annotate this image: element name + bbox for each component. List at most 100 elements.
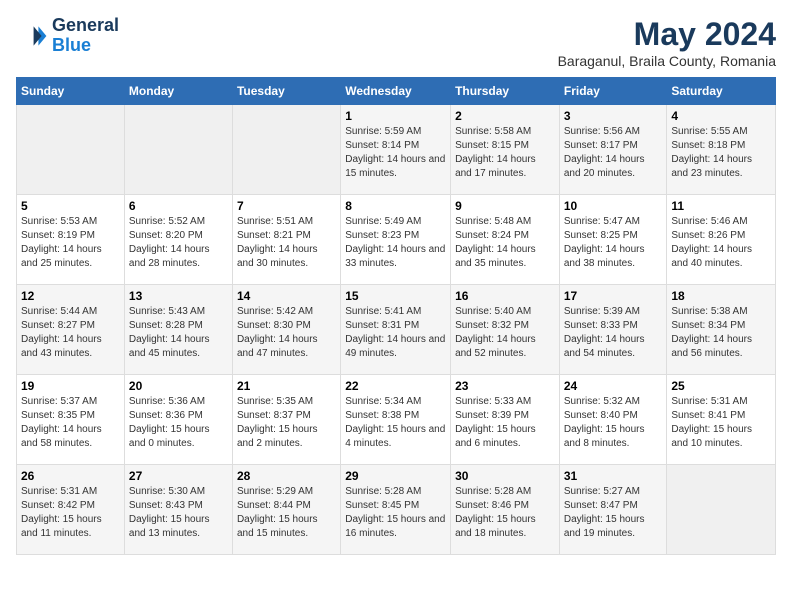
empty-day-cell	[232, 105, 340, 195]
empty-day-cell	[667, 465, 776, 555]
calendar-day-21: 21Sunrise: 5:35 AMSunset: 8:37 PMDayligh…	[232, 375, 340, 465]
day-header-friday: Friday	[559, 78, 667, 105]
day-info: Sunrise: 5:53 AMSunset: 8:19 PMDaylight:…	[21, 215, 120, 271]
day-number: 5	[21, 199, 120, 213]
calendar-day-12: 12Sunrise: 5:44 AMSunset: 8:27 PMDayligh…	[17, 285, 125, 375]
calendar-day-3: 3Sunrise: 5:56 AMSunset: 8:17 PMDaylight…	[559, 105, 667, 195]
calendar-day-5: 5 Sunrise: 5:53 AMSunset: 8:19 PMDaylight…	[17, 195, 125, 285]
day-header-sunday: Sunday	[17, 78, 125, 105]
calendar-day-6: 6 Sunrise: 5:52 AMSunset: 8:20 PMDaylight…	[124, 195, 232, 285]
day-info: Sunrise: 5:28 AMSunset: 8:45 PMDaylight:…	[345, 485, 446, 541]
day-info: Sunrise: 5:40 AMSunset: 8:32 PMDaylight:…	[455, 305, 555, 361]
day-number: 7	[237, 199, 336, 213]
day-info: Sunrise: 5:51 AMSunset: 8:21 PMDaylight:…	[237, 215, 336, 271]
calendar-day-7: 7 Sunrise: 5:51 AMSunset: 8:21 PMDaylight…	[232, 195, 340, 285]
day-info: Sunrise: 5:47 AMSunset: 8:25 PMDaylight:…	[564, 215, 663, 271]
calendar-week-row: 19 Sunrise: 5:37 AMSunset: 8:35 PMDayligh…	[17, 375, 776, 465]
calendar-week-row: 1Sunrise: 5:59 AMSunset: 8:14 PMDaylight…	[17, 105, 776, 195]
day-number: 11	[671, 199, 771, 213]
day-info: Sunrise: 5:44 AMSunset: 8:27 PMDaylight:…	[21, 305, 120, 361]
calendar-week-row: 5 Sunrise: 5:53 AMSunset: 8:19 PMDaylight…	[17, 195, 776, 285]
day-header-tuesday: Tuesday	[232, 78, 340, 105]
calendar-day-22: 22 Sunrise: 5:34 AMSunset: 8:38 PMDayligh…	[341, 375, 451, 465]
day-info: Sunrise: 5:30 AMSunset: 8:43 PMDaylight:…	[129, 485, 228, 541]
logo-blue: Blue	[52, 36, 119, 56]
logo-text: General Blue	[52, 16, 119, 56]
calendar-day-26: 26 Sunrise: 5:31 AMSunset: 8:42 PMDayligh…	[17, 465, 125, 555]
day-info: Sunrise: 5:52 AMSunset: 8:20 PMDaylight:…	[129, 215, 228, 271]
day-info: Sunrise: 5:43 AMSunset: 8:28 PMDaylight:…	[129, 305, 228, 361]
day-header-monday: Monday	[124, 78, 232, 105]
day-info: Sunrise: 5:37 AMSunset: 8:35 PMDaylight:…	[21, 395, 120, 451]
empty-day-cell	[17, 105, 125, 195]
day-number: 31	[564, 469, 663, 483]
day-info: Sunrise: 5:28 AMSunset: 8:46 PMDaylight:…	[455, 485, 555, 541]
calendar-day-17: 17Sunrise: 5:39 AMSunset: 8:33 PMDayligh…	[559, 285, 667, 375]
day-number: 1	[345, 109, 446, 123]
day-number: 23	[455, 379, 555, 393]
empty-day-cell	[124, 105, 232, 195]
calendar-day-2: 2 Sunrise: 5:58 AMSunset: 8:15 PMDaylight…	[451, 105, 560, 195]
day-number: 21	[237, 379, 336, 393]
calendar-day-11: 11Sunrise: 5:46 AMSunset: 8:26 PMDayligh…	[667, 195, 776, 285]
day-number: 19	[21, 379, 120, 393]
day-number: 3	[564, 109, 663, 123]
calendar-day-4: 4 Sunrise: 5:55 AMSunset: 8:18 PMDaylight…	[667, 105, 776, 195]
calendar-week-row: 12Sunrise: 5:44 AMSunset: 8:27 PMDayligh…	[17, 285, 776, 375]
calendar-day-19: 19 Sunrise: 5:37 AMSunset: 8:35 PMDayligh…	[17, 375, 125, 465]
calendar-day-28: 28 Sunrise: 5:29 AMSunset: 8:44 PMDayligh…	[232, 465, 340, 555]
calendar-week-row: 26 Sunrise: 5:31 AMSunset: 8:42 PMDayligh…	[17, 465, 776, 555]
day-info: Sunrise: 5:27 AMSunset: 8:47 PMDaylight:…	[564, 485, 663, 541]
day-info: Sunrise: 5:36 AMSunset: 8:36 PMDaylight:…	[129, 395, 228, 451]
day-number: 6	[129, 199, 228, 213]
day-number: 25	[671, 379, 771, 393]
calendar-day-25: 25Sunrise: 5:31 AMSunset: 8:41 PMDayligh…	[667, 375, 776, 465]
day-info: Sunrise: 5:49 AMSunset: 8:23 PMDaylight:…	[345, 215, 446, 271]
day-info: Sunrise: 5:29 AMSunset: 8:44 PMDaylight:…	[237, 485, 336, 541]
calendar-day-27: 27 Sunrise: 5:30 AMSunset: 8:43 PMDayligh…	[124, 465, 232, 555]
day-number: 10	[564, 199, 663, 213]
calendar-day-8: 8 Sunrise: 5:49 AMSunset: 8:23 PMDaylight…	[341, 195, 451, 285]
day-header-saturday: Saturday	[667, 78, 776, 105]
subtitle: Baraganul, Braila County, Romania	[558, 53, 776, 69]
day-number: 17	[564, 289, 663, 303]
day-number: 22	[345, 379, 446, 393]
calendar-day-20: 20Sunrise: 5:36 AMSunset: 8:36 PMDayligh…	[124, 375, 232, 465]
day-info: Sunrise: 5:58 AMSunset: 8:15 PMDaylight:…	[455, 125, 555, 181]
title-block: May 2024 Baraganul, Braila County, Roman…	[558, 16, 776, 69]
day-number: 24	[564, 379, 663, 393]
day-info: Sunrise: 5:32 AMSunset: 8:40 PMDaylight:…	[564, 395, 663, 451]
calendar-day-16: 16 Sunrise: 5:40 AMSunset: 8:32 PMDayligh…	[451, 285, 560, 375]
day-number: 16	[455, 289, 555, 303]
day-info: Sunrise: 5:55 AMSunset: 8:18 PMDaylight:…	[671, 125, 771, 181]
day-info: Sunrise: 5:42 AMSunset: 8:30 PMDaylight:…	[237, 305, 336, 361]
day-number: 18	[671, 289, 771, 303]
day-info: Sunrise: 5:31 AMSunset: 8:42 PMDaylight:…	[21, 485, 120, 541]
day-number: 13	[129, 289, 228, 303]
day-header-wednesday: Wednesday	[341, 78, 451, 105]
calendar-day-18: 18Sunrise: 5:38 AMSunset: 8:34 PMDayligh…	[667, 285, 776, 375]
day-number: 30	[455, 469, 555, 483]
day-number: 4	[671, 109, 771, 123]
calendar-day-23: 23 Sunrise: 5:33 AMSunset: 8:39 PMDayligh…	[451, 375, 560, 465]
day-number: 2	[455, 109, 555, 123]
day-info: Sunrise: 5:34 AMSunset: 8:38 PMDaylight:…	[345, 395, 446, 451]
day-info: Sunrise: 5:33 AMSunset: 8:39 PMDaylight:…	[455, 395, 555, 451]
calendar-day-15: 15 Sunrise: 5:41 AMSunset: 8:31 PMDayligh…	[341, 285, 451, 375]
day-number: 27	[129, 469, 228, 483]
calendar-day-31: 31 Sunrise: 5:27 AMSunset: 8:47 PMDayligh…	[559, 465, 667, 555]
calendar-day-24: 24 Sunrise: 5:32 AMSunset: 8:40 PMDayligh…	[559, 375, 667, 465]
logo-general: General	[52, 16, 119, 36]
day-number: 9	[455, 199, 555, 213]
day-number: 14	[237, 289, 336, 303]
calendar-day-10: 10 Sunrise: 5:47 AMSunset: 8:25 PMDayligh…	[559, 195, 667, 285]
day-number: 26	[21, 469, 120, 483]
day-number: 28	[237, 469, 336, 483]
calendar-day-9: 9 Sunrise: 5:48 AMSunset: 8:24 PMDaylight…	[451, 195, 560, 285]
day-number: 15	[345, 289, 446, 303]
day-info: Sunrise: 5:48 AMSunset: 8:24 PMDaylight:…	[455, 215, 555, 271]
calendar-day-14: 14 Sunrise: 5:42 AMSunset: 8:30 PMDayligh…	[232, 285, 340, 375]
day-number: 8	[345, 199, 446, 213]
logo-icon	[16, 20, 48, 52]
day-info: Sunrise: 5:41 AMSunset: 8:31 PMDaylight:…	[345, 305, 446, 361]
